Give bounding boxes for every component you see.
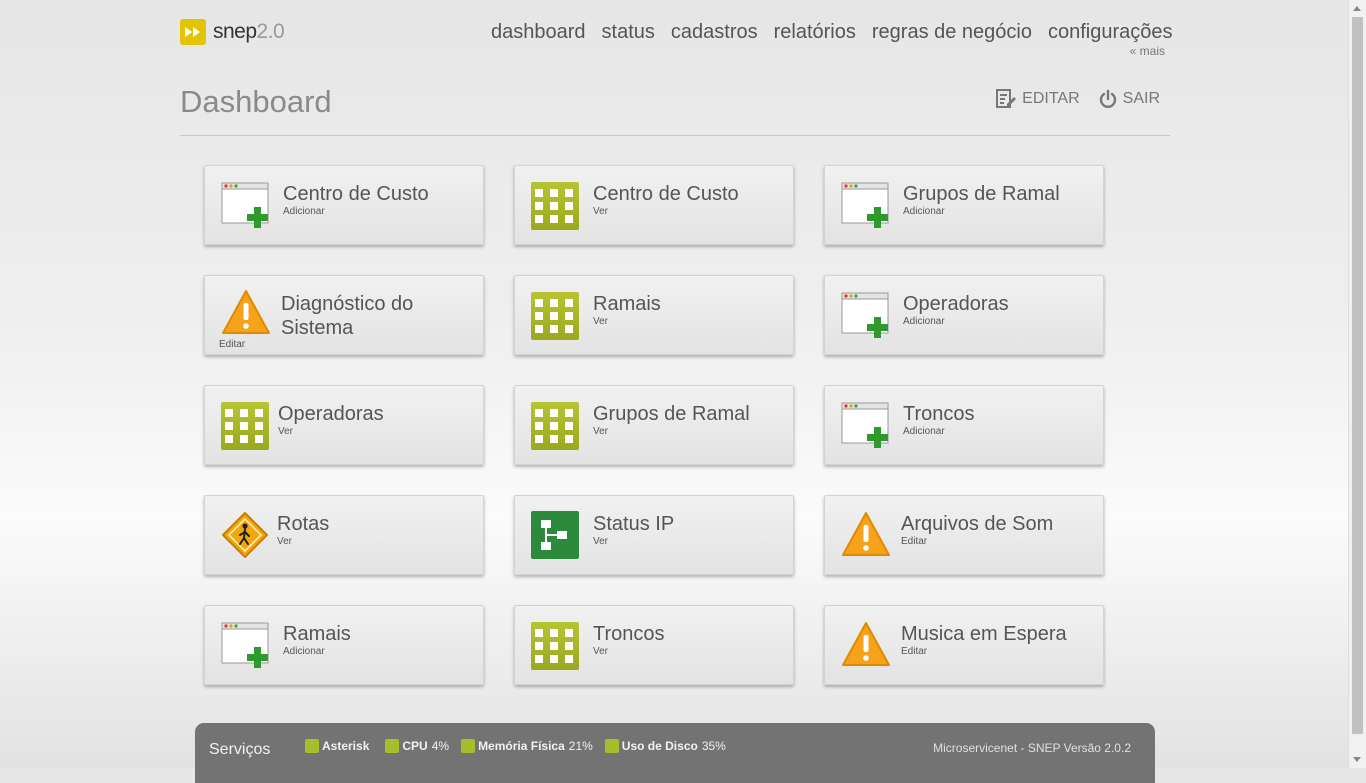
tile-title: Grupos de Ramal [903,183,1060,205]
tile-subtitle: Editar [219,339,246,350]
tile-title: Centro de Custo [593,183,739,205]
tile-title: Centro de Custo [283,183,429,205]
vertical-scrollbar[interactable] [1348,0,1366,768]
add-window-icon [841,181,891,231]
tile-title: Ramais [283,623,351,645]
tile-diagnostico-editar[interactable]: Diagnóstico do Sistema Editar [204,275,484,355]
nav-cadastros[interactable]: cadastros [671,21,758,44]
logo-text: snep2.0 [213,20,285,43]
tile-title: Troncos [903,403,975,425]
tile-title: Diagnóstico do Sistema [281,293,414,339]
service-memoria: Memória Física 21% [461,739,593,753]
tile-title: Status IP [593,513,675,535]
tile-status-ip-ver[interactable]: Status IP Ver [514,495,794,575]
more-link[interactable]: « mais [1130,44,1165,58]
grid-icon [531,291,581,341]
tile-troncos-adicionar[interactable]: Troncos Adicionar [824,385,1104,465]
nav-configuracoes[interactable]: configurações [1048,21,1173,44]
scroll-thumb[interactable] [1352,17,1363,734]
tile-subtitle: Ver [278,426,294,437]
tile-subtitle: Ver [593,206,609,217]
tile-subtitle: Adicionar [283,646,325,657]
route-sign-icon [221,511,271,561]
service-cpu: CPU 4% [385,739,449,753]
services-footer: Serviços Asterisk CPU 4% Memória Física 21… [195,723,1155,783]
add-window-icon [841,401,891,451]
logout-label: SAIR [1122,90,1160,107]
tile-arquivos-de-som-editar[interactable]: Arquivos de Som Editar [824,495,1104,575]
page-title: Dashboard [180,84,332,119]
tile-subtitle: Adicionar [903,316,945,327]
services-list: Asterisk CPU 4% Memória Física 21% Uso de … [305,739,738,753]
grid-icon [531,181,581,231]
add-window-icon [221,181,271,231]
page-actions: EDITAR SAIR [977,88,1160,110]
tile-title: Operadoras [903,293,1009,315]
tile-subtitle: Ver [593,316,609,327]
tile-title: Rotas [277,513,330,535]
nav-status[interactable]: status [602,21,655,44]
edit-button[interactable]: EDITAR [995,88,1080,110]
tile-grupos-de-ramal-ver[interactable]: Grupos de Ramal Ver [514,385,794,465]
tile-musica-em-espera-editar[interactable]: Musica em Espera Editar [824,605,1104,685]
services-label: Serviços [209,741,271,758]
grid-icon [221,401,271,451]
warning-icon [221,289,271,339]
status-ok-icon [604,739,619,753]
tile-title: Grupos de Ramal [593,403,750,425]
tile-operadoras-ver[interactable]: Operadoras Ver [204,385,484,465]
logo[interactable]: snep2.0 [180,19,285,45]
tile-subtitle: Editar [901,646,928,657]
edit-label: EDITAR [1022,90,1080,107]
warning-icon [841,511,891,561]
service-asterisk: Asterisk [305,739,373,753]
tile-centro-de-custo-ver[interactable]: Centro de Custo Ver [514,165,794,245]
status-ok-icon [305,739,319,753]
tile-subtitle: Adicionar [903,206,945,217]
scroll-down-icon[interactable] [1353,757,1361,762]
nav-regras-de-negocio[interactable]: regras de negócio [872,21,1032,44]
tile-title: Arquivos de Som [901,513,1054,535]
status-ok-icon [385,739,400,753]
tile-subtitle: Adicionar [903,426,945,437]
edit-icon [996,89,1017,108]
power-icon [1099,89,1116,108]
tile-ramais-ver[interactable]: Ramais Ver [514,275,794,355]
nav-dashboard[interactable]: dashboard [491,21,586,44]
tile-subtitle: Editar [901,536,928,547]
grid-icon [531,401,581,451]
tile-rotas-ver[interactable]: Rotas Ver [204,495,484,575]
tile-subtitle: Adicionar [283,206,325,217]
tile-subtitle: Ver [593,426,609,437]
tile-operadoras-adicionar[interactable]: Operadoras Adicionar [824,275,1104,355]
tile-subtitle: Ver [593,646,609,657]
tile-ramais-adicionar[interactable]: Ramais Adicionar [204,605,484,685]
tile-title: Musica em Espera [901,623,1067,645]
tile-title: Operadoras [278,403,384,425]
network-icon [531,511,581,561]
tile-grupos-de-ramal-adicionar[interactable]: Grupos de Ramal Adicionar [824,165,1104,245]
tile-title: Ramais [593,293,661,315]
main-nav: dashboard status cadastros relatórios re… [491,21,1173,44]
add-window-icon [221,621,271,671]
version-text: Microservicenet - SNEP Versão 2.0.2 [933,741,1131,755]
scroll-up-icon[interactable] [1353,6,1361,11]
service-disco: Uso de Disco 35% [604,739,726,753]
status-ok-icon [461,739,476,753]
tile-centro-de-custo-adicionar[interactable]: Centro de Custo Adicionar [204,165,484,245]
tile-subtitle: Ver [277,536,293,547]
header-divider [180,135,1170,136]
tile-subtitle: Ver [593,536,609,547]
warning-icon [841,621,891,671]
tile-title: Troncos [593,623,665,645]
tile-troncos-ver[interactable]: Troncos Ver [514,605,794,685]
nav-relatorios[interactable]: relatórios [774,21,856,44]
add-window-icon [841,291,891,341]
grid-icon [531,621,581,671]
logout-button[interactable]: SAIR [1098,88,1160,110]
fast-forward-icon [180,19,206,45]
